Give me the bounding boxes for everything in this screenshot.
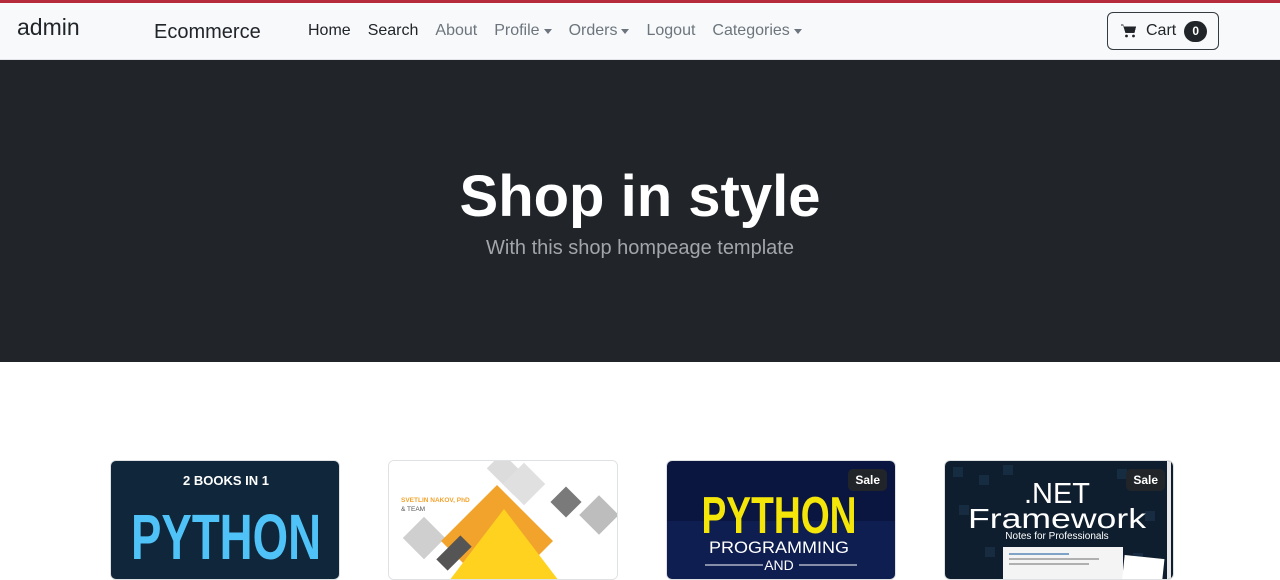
product-card[interactable]: Sale PYTHON PROGRAMMING AND <box>666 460 896 580</box>
product-image: 2 BOOKS IN 1 PYTHON <box>111 461 339 579</box>
caret-down-icon <box>543 29 552 34</box>
navbar: admin Ecommerce Home Search About Profil… <box>0 3 1280 60</box>
cart-count-badge: 0 <box>1184 20 1208 42</box>
nav-dropdown-orders[interactable]: Orders <box>569 22 630 40</box>
hero-section: Shop in style With this shop hompeage te… <box>0 60 1280 362</box>
nav-link-logout[interactable]: Logout <box>646 22 695 40</box>
sale-badge: Sale <box>1126 469 1165 491</box>
nav-link-about[interactable]: About <box>435 22 477 40</box>
cover-text: PYTHON <box>131 501 321 573</box>
cover-text: & TEAM <box>401 506 425 513</box>
caret-down-icon <box>621 29 630 34</box>
nav-link-home[interactable]: Home <box>308 22 351 40</box>
sale-badge: Sale <box>848 469 887 491</box>
cover-text: Notes for Professionals <box>1005 531 1108 542</box>
cart-button[interactable]: Cart 0 <box>1107 12 1219 50</box>
nav-links: Home Search About Profile Orders Logout … <box>308 22 819 40</box>
cover-text: AND <box>764 557 794 573</box>
brand-username[interactable]: admin <box>17 14 80 41</box>
product-card[interactable]: SVETLIN NAKOV, PhD & TEAM <box>388 460 618 580</box>
cover-text: SVETLIN NAKOV, PhD <box>401 497 470 504</box>
cart-icon <box>1121 23 1137 39</box>
cover-text: PROGRAMMING <box>709 538 849 557</box>
nav-dropdown-categories[interactable]: Categories <box>712 22 802 40</box>
cover-text: 2 BOOKS IN 1 <box>183 473 269 488</box>
cart-label: Cart <box>1146 22 1177 39</box>
hero-subtitle: With this shop hompeage template <box>486 237 794 259</box>
cover-text: PYTHON <box>702 487 857 545</box>
brand-name[interactable]: Ecommerce <box>154 21 261 44</box>
nav-link-search[interactable]: Search <box>368 22 419 40</box>
product-card[interactable]: 2 BOOKS IN 1 PYTHON <box>110 460 340 580</box>
nav-dropdown-profile[interactable]: Profile <box>494 22 552 40</box>
hero-title: Shop in style <box>459 164 821 229</box>
caret-down-icon <box>793 29 802 34</box>
cover-text: Framework <box>968 503 1147 534</box>
product-image: SVETLIN NAKOV, PhD & TEAM <box>389 461 617 579</box>
product-card[interactable]: Sale .NET Framework Notes for Profession… <box>944 460 1174 580</box>
